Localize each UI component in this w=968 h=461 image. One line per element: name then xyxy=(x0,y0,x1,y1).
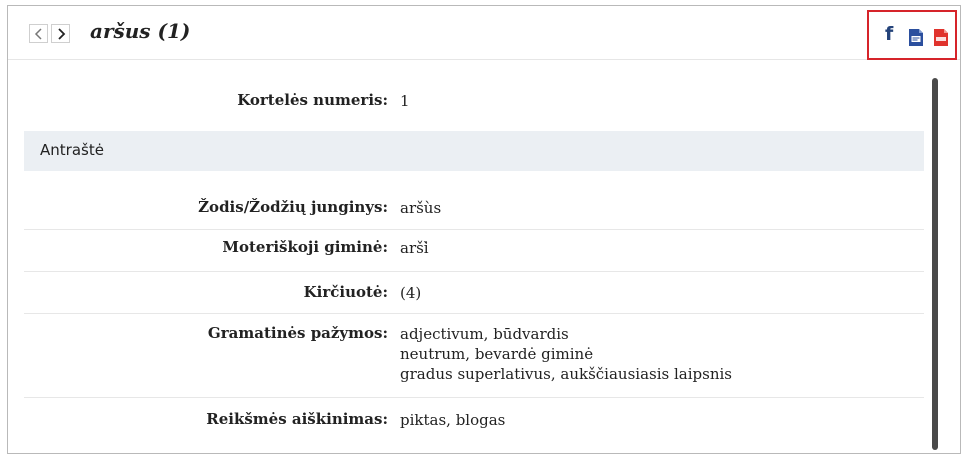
pdf-document-icon[interactable] xyxy=(933,28,949,47)
field-label: Žodis/Žodžių junginys: xyxy=(198,198,388,216)
field-value: (4) xyxy=(400,284,422,302)
facebook-icon[interactable]: f xyxy=(885,24,893,44)
card-number-label: Kortelės numeris: xyxy=(237,91,388,109)
row-divider xyxy=(24,229,924,230)
row-divider xyxy=(24,271,924,272)
previous-entry-button[interactable] xyxy=(29,24,48,43)
field-label: Gramatinės pažymos: xyxy=(207,324,388,342)
export-share-group: f xyxy=(867,10,957,60)
row-divider xyxy=(24,397,924,398)
row-divider xyxy=(24,313,924,314)
chevron-right-icon xyxy=(57,27,65,40)
field-value: aršùs xyxy=(400,199,442,217)
vertical-scrollbar[interactable] xyxy=(932,78,938,450)
field-value-line: gradus superlativus, aukščiausiasis laip… xyxy=(400,365,732,383)
field-value: arši̇̀ xyxy=(400,239,429,257)
field-value-line: adjectivum, būdvardis xyxy=(400,325,569,343)
field-label: Moteriškoji giminė: xyxy=(222,238,388,256)
field-value: piktas, blogas xyxy=(400,411,506,429)
next-entry-button[interactable] xyxy=(51,24,70,43)
card-number-value: 1 xyxy=(400,92,410,110)
word-document-icon[interactable] xyxy=(908,28,924,47)
chevron-left-icon xyxy=(34,27,42,40)
field-label: Kirčiuotė: xyxy=(303,283,388,301)
entry-title: aršus (1) xyxy=(90,19,191,43)
section-title: Antraštė xyxy=(40,141,104,159)
entry-header: aršus (1) f xyxy=(8,6,960,60)
entry-panel: aršus (1) f Kortelės numeris: 1 Antraštė xyxy=(7,5,961,454)
field-label: Reikšmės aiškinimas: xyxy=(206,410,388,428)
field-value-line: neutrum, bevardė giminė xyxy=(400,345,594,363)
section-header: Antraštė xyxy=(24,131,924,171)
